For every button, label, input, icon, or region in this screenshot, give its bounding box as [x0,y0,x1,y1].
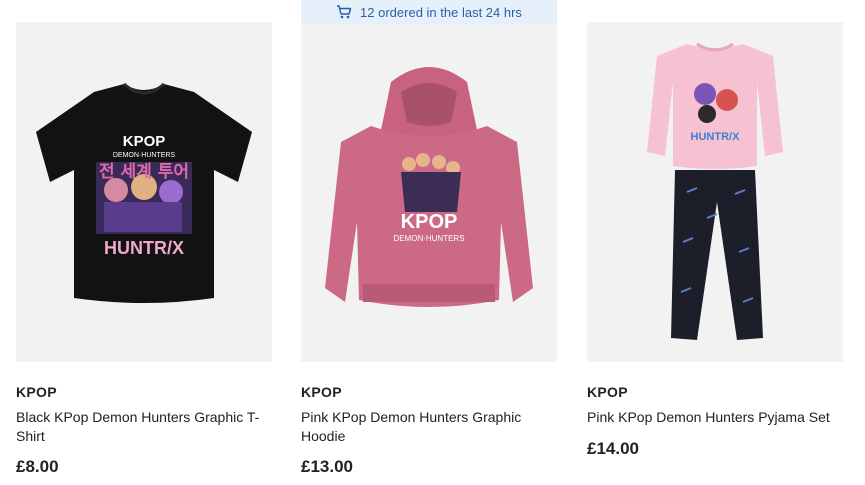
product-name-link[interactable]: Pink KPop Demon Hunters Graphic Hoodie [301,408,557,446]
print-line: KPOP [401,211,458,233]
product-image[interactable]: 12 ordered in the last 24 hrs KPOP DEMON… [301,0,557,362]
print-line: DEMON·HUNTERS [393,234,464,243]
product-brand: KPOP [16,384,57,400]
print-line: DEMON·HUNTERS [113,152,176,159]
product-price: £14.00 [587,439,639,458]
product-price: £8.00 [16,457,59,476]
cart-icon [337,5,352,19]
product-price: £13.00 [301,457,353,476]
product-brand: KPOP [587,384,628,400]
tshirt-image: KPOP DEMON·HUNTERS 전 세계 투어 HUNTR/X [36,82,252,303]
product-card[interactable]: HUNTR/X KPOP Pink KPop Demon Hunters Pyj… [587,0,843,485]
print-line: KPOP [123,133,166,150]
hoodie-image: KPOP DEMON·HUNTERS [325,67,533,307]
product-name-link[interactable]: Pink KPop Demon Hunters Pyjama Set [587,408,843,427]
print-line: 전 세계 투어 [99,162,189,182]
product-brand: KPOP [301,384,342,400]
product-card[interactable]: 12 ordered in the last 24 hrs KPOP DEMON… [301,0,557,485]
product-image[interactable]: HUNTR/X [587,22,843,362]
product-card[interactable]: KPOP DEMON·HUNTERS 전 세계 투어 HUNTR/X KPOP … [16,0,272,485]
orders-badge: 12 ordered in the last 24 hrs [301,0,557,24]
print-line: HUNTR/X [104,238,184,258]
product-image[interactable]: KPOP DEMON·HUNTERS 전 세계 투어 HUNTR/X [16,22,272,362]
orders-badge-text: 12 ordered in the last 24 hrs [360,4,522,20]
pyjama-image: HUNTR/X [647,42,783,340]
print-line: HUNTR/X [691,131,741,143]
product-name-link[interactable]: Black KPop Demon Hunters Graphic T-Shirt [16,408,272,446]
